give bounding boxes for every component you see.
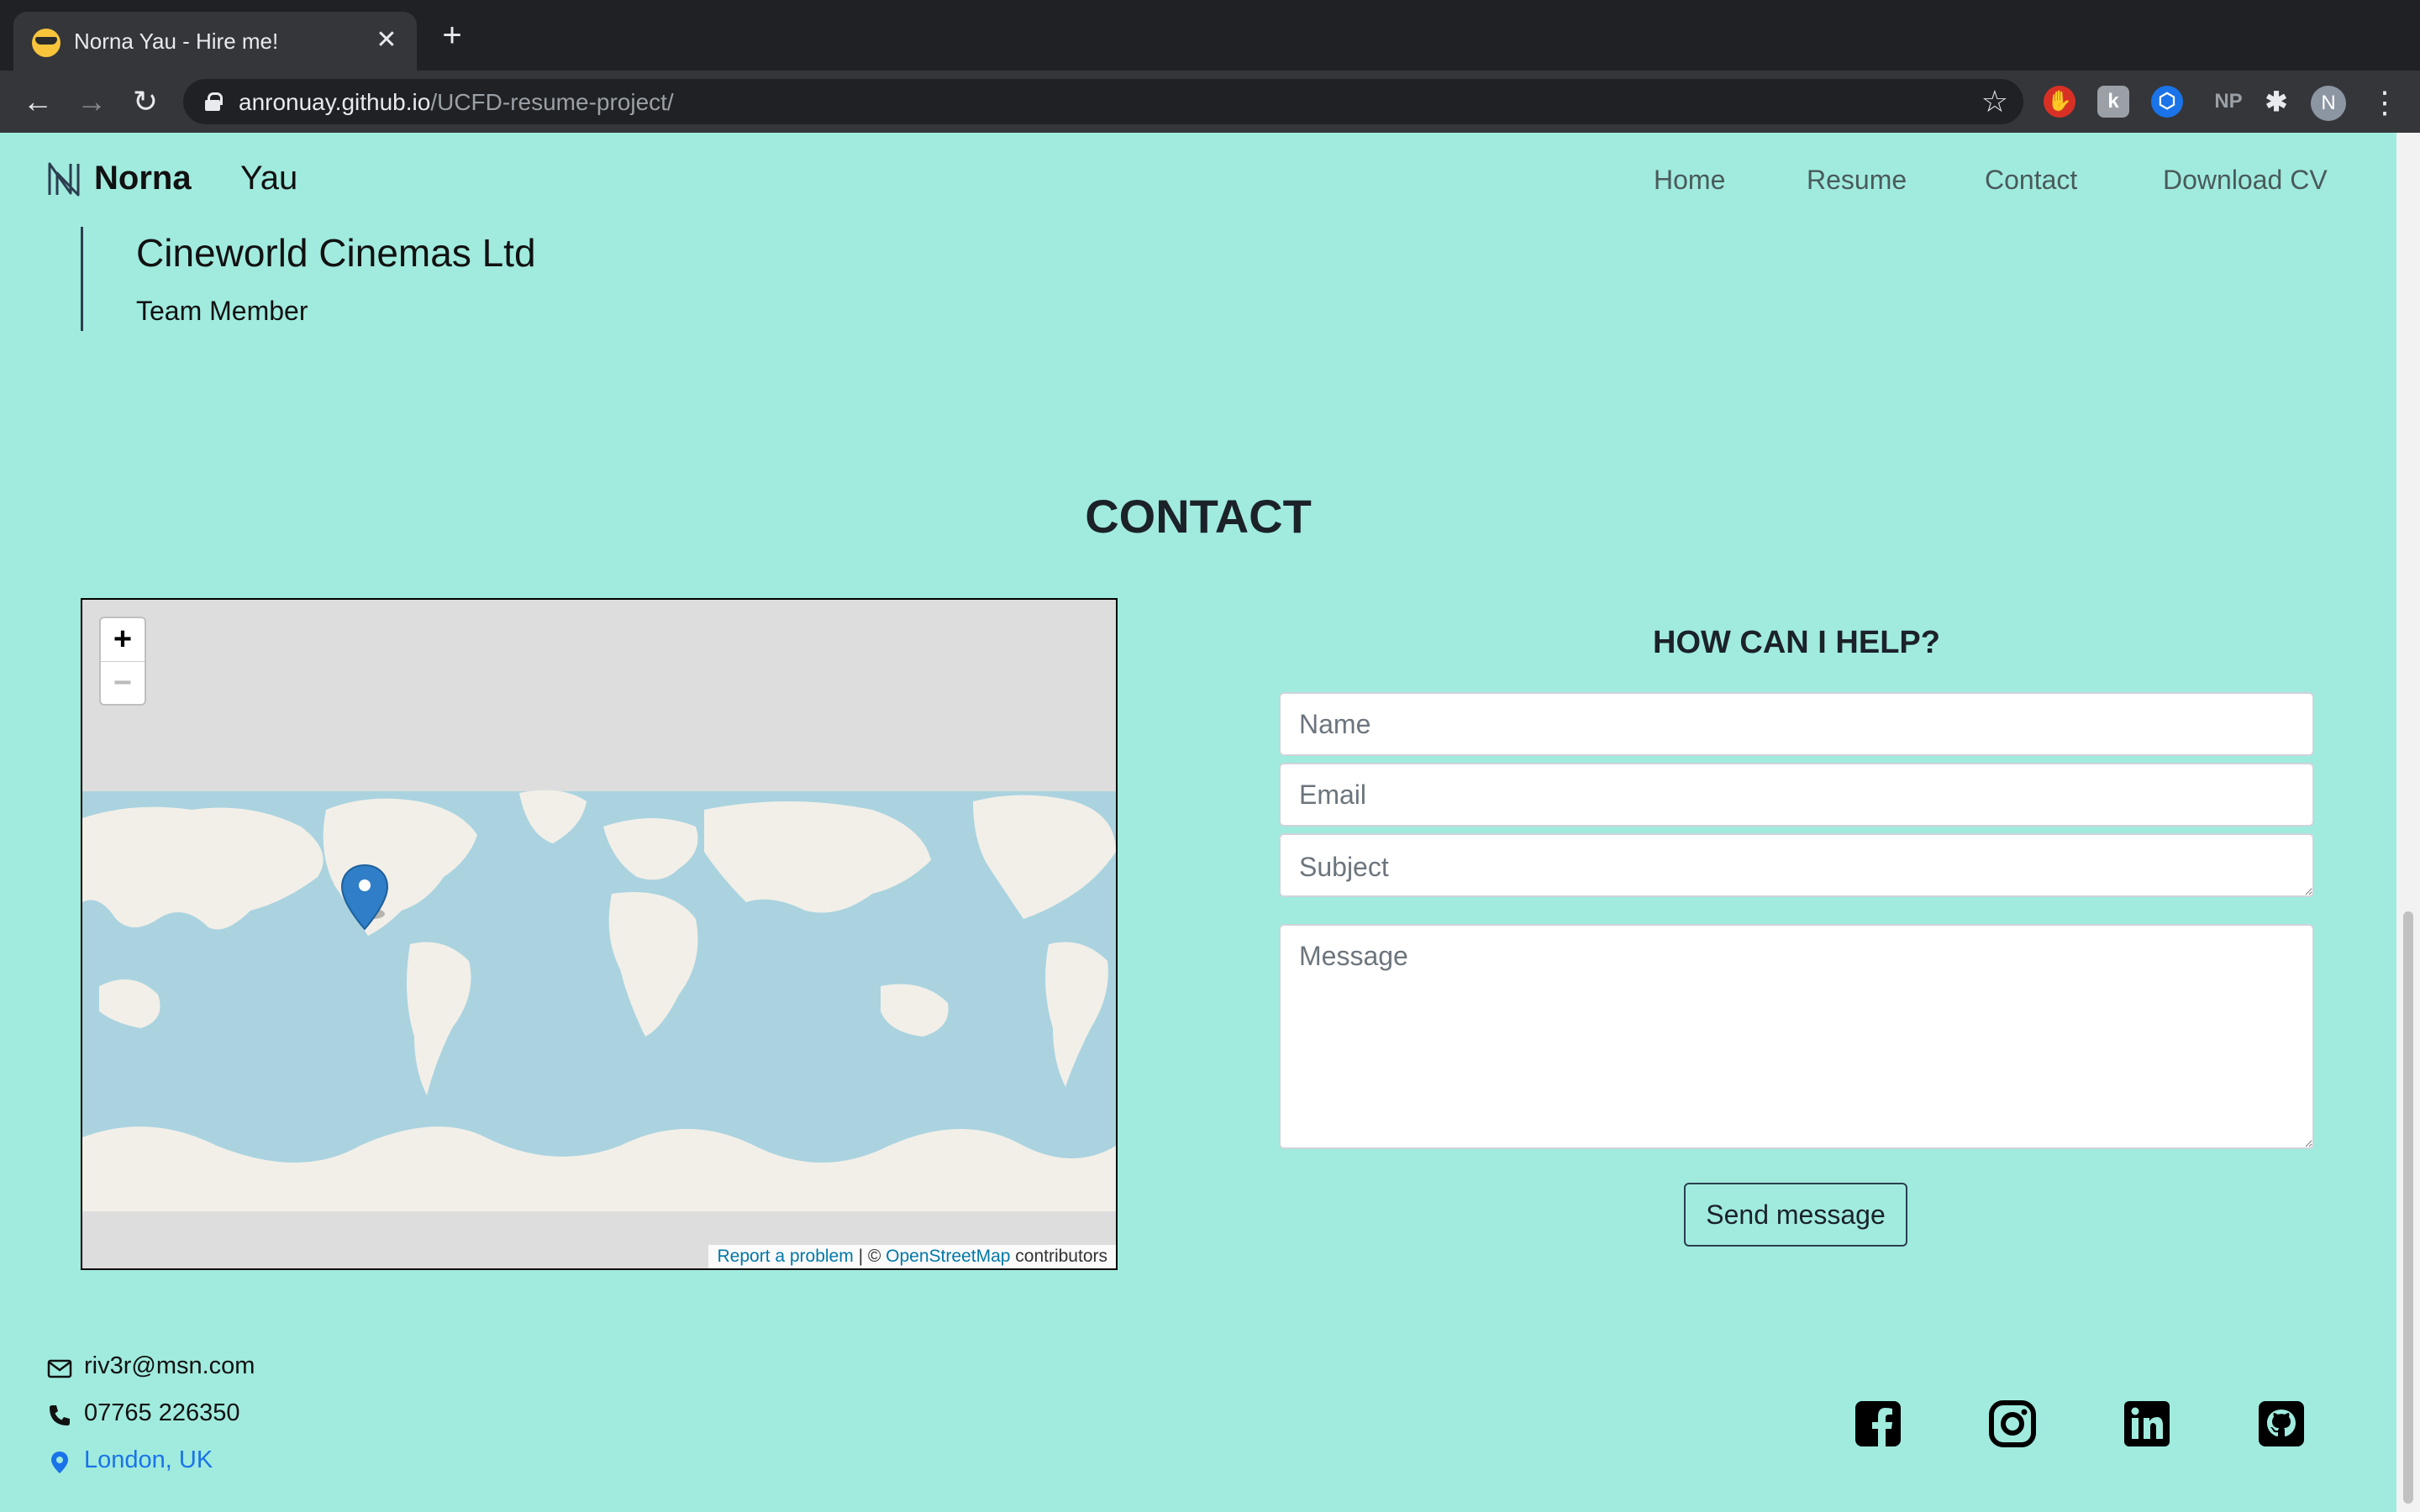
zoom-in-button[interactable]: + bbox=[101, 618, 145, 661]
footer-location-link[interactable]: London, UK bbox=[84, 1446, 213, 1474]
nav-resume[interactable]: Resume bbox=[1807, 165, 1907, 196]
lock-icon[interactable] bbox=[205, 92, 223, 111]
openstreetmap-link[interactable]: OpenStreetMap bbox=[886, 1247, 1010, 1266]
nav-contact[interactable]: Contact bbox=[1985, 165, 2077, 196]
brand-first-name: Norna bbox=[94, 160, 192, 197]
map-pin-icon bbox=[51, 1452, 68, 1473]
footer-phone[interactable]: 07765 226350 bbox=[84, 1399, 239, 1427]
close-tab-icon[interactable]: ✕ bbox=[370, 24, 403, 57]
back-icon[interactable]: ← bbox=[17, 81, 59, 123]
job-role: Team Member bbox=[136, 296, 308, 326]
extension-icon[interactable]: k bbox=[2097, 86, 2129, 118]
map-zoom-control: + − bbox=[99, 617, 146, 706]
form-title: HOW CAN I HELP? bbox=[1653, 625, 1940, 660]
browser-toolbar: ← → ↻ anronuay.github.io/UCFD-resume-pro… bbox=[0, 71, 2420, 133]
tab-title: Norna Yau - Hire me! bbox=[74, 29, 279, 54]
browser-tab[interactable]: Norna Yau - Hire me! ✕ bbox=[13, 12, 417, 71]
cube-extension-icon[interactable]: ⬡ bbox=[2151, 86, 2183, 118]
envelope-icon bbox=[47, 1359, 72, 1378]
n-logo-icon bbox=[48, 162, 80, 197]
nav-home[interactable]: Home bbox=[1654, 165, 1725, 196]
scrollbar-thumb[interactable] bbox=[2403, 911, 2413, 1504]
sunglasses-emoji-icon bbox=[32, 29, 60, 57]
reload-icon[interactable]: ↻ bbox=[124, 81, 166, 123]
email-input[interactable] bbox=[1279, 763, 2314, 827]
report-problem-link[interactable]: Report a problem bbox=[717, 1247, 853, 1266]
puzzle-extensions-icon[interactable]: ✱ bbox=[2260, 86, 2292, 118]
browser-tab-bar: Norna Yau - Hire me! ✕ + bbox=[0, 0, 2420, 71]
subject-input[interactable] bbox=[1279, 833, 2314, 897]
np-extension-icon[interactable]: NP bbox=[2205, 86, 2252, 118]
zoom-out-button[interactable]: − bbox=[101, 661, 145, 704]
profile-avatar[interactable]: N bbox=[2311, 86, 2346, 121]
location-map[interactable]: + − Report a problem | © OpenStreetMap c… bbox=[81, 598, 1118, 1270]
nav-download-cv[interactable]: Download CV bbox=[2163, 165, 2328, 196]
url-text[interactable]: anronuay.github.io/UCFD-resume-project/ bbox=[239, 89, 674, 116]
name-input[interactable] bbox=[1279, 692, 2314, 756]
contact-section-title: CONTACT bbox=[1085, 490, 1312, 543]
message-input[interactable] bbox=[1279, 924, 2314, 1149]
world-map-tiles bbox=[82, 600, 1116, 1268]
brand-last-name: Yau bbox=[240, 160, 298, 197]
map-attribution: Report a problem | © OpenStreetMap contr… bbox=[708, 1245, 1116, 1268]
footer-email[interactable]: riv3r@msn.com bbox=[84, 1352, 255, 1380]
address-bar[interactable]: anronuay.github.io/UCFD-resume-project/ … bbox=[183, 79, 2023, 124]
github-icon[interactable] bbox=[2257, 1399, 2306, 1448]
phone-icon bbox=[50, 1405, 70, 1425]
job-company: Cineworld Cinemas Ltd bbox=[136, 231, 536, 275]
browser-menu-icon[interactable]: ⋮ bbox=[2368, 84, 2402, 121]
adblock-extension-icon[interactable]: ✋ bbox=[2044, 86, 2075, 118]
new-tab-icon[interactable]: + bbox=[435, 18, 469, 52]
bookmark-star-icon[interactable]: ☆ bbox=[1981, 84, 2008, 119]
linkedin-icon[interactable] bbox=[2123, 1399, 2171, 1448]
send-message-button[interactable]: Send message bbox=[1684, 1183, 1907, 1247]
forward-icon[interactable]: → bbox=[71, 81, 113, 123]
timeline-line bbox=[81, 227, 83, 331]
instagram-icon[interactable] bbox=[1988, 1399, 2037, 1448]
facebook-icon[interactable] bbox=[1854, 1399, 1902, 1448]
